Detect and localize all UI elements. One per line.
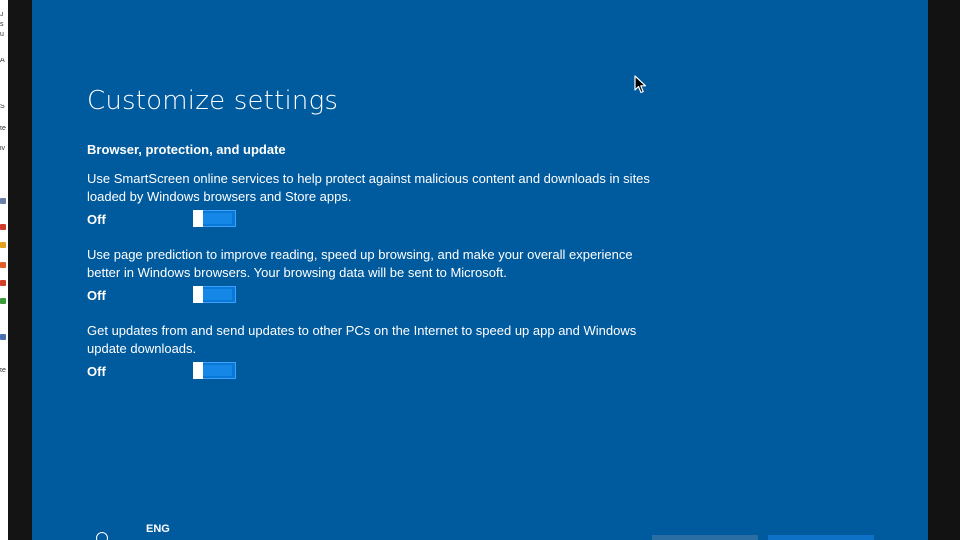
background-text-fragment: te	[0, 368, 6, 374]
update-delivery-toggle[interactable]	[193, 362, 236, 379]
mouse-cursor-icon	[634, 75, 647, 94]
screen-border-right	[928, 0, 960, 540]
bottom-bar: ENG	[32, 523, 928, 540]
smartscreen-toggle[interactable]	[193, 210, 236, 227]
background-text-fragment: te	[0, 126, 6, 132]
background-icon	[0, 280, 6, 286]
background-text-fragment: A	[0, 58, 5, 64]
toggle-row: Off	[87, 285, 667, 305]
background-icon	[0, 334, 6, 340]
toggle-row: Off	[87, 361, 667, 381]
background-text-fragment: s	[0, 22, 4, 28]
background-text-fragment: S	[0, 104, 5, 110]
background-icon	[0, 298, 6, 304]
background-icon	[0, 198, 6, 204]
setting-delivery-optimization: Get updates from and send updates to oth…	[87, 322, 667, 381]
ease-of-access-icon[interactable]	[94, 528, 108, 540]
toggle-row: Off	[87, 209, 667, 229]
background-text-fragment: u	[0, 32, 4, 38]
background-icon	[0, 224, 6, 230]
toggle-state-label: Off	[87, 288, 106, 303]
screen-border-left	[8, 0, 32, 540]
setting-page-prediction: Use page prediction to improve reading, …	[87, 246, 667, 305]
background-text-fragment: J	[0, 12, 4, 18]
setting-smartscreen: Use SmartScreen online services to help …	[87, 170, 667, 229]
toggle-state-label: Off	[87, 364, 106, 379]
back-button[interactable]	[652, 535, 758, 540]
customize-settings-screen: Customize settings Browser, protection, …	[32, 0, 928, 540]
toggle-thumb[interactable]	[193, 286, 203, 303]
setting-description: Use SmartScreen online services to help …	[87, 171, 650, 204]
next-button[interactable]	[768, 535, 874, 540]
background-icon	[0, 242, 6, 248]
toggle-state-label: Off	[87, 212, 106, 227]
page-prediction-toggle[interactable]	[193, 286, 236, 303]
language-indicator[interactable]: ENG	[146, 523, 170, 535]
background-text-fragment: iv	[0, 146, 6, 152]
background-icon	[0, 262, 6, 268]
setting-description: Get updates from and send updates to oth…	[87, 323, 637, 356]
toggle-thumb[interactable]	[193, 362, 203, 379]
setting-description: Use page prediction to improve reading, …	[87, 247, 633, 280]
toggle-thumb[interactable]	[193, 210, 203, 227]
section-heading: Browser, protection, and update	[87, 142, 286, 157]
page-title: Customize settings	[87, 86, 339, 116]
